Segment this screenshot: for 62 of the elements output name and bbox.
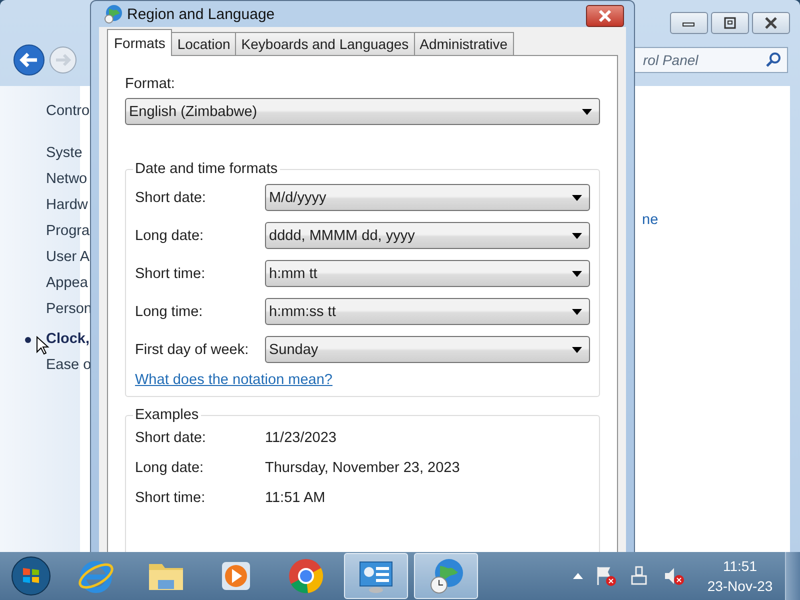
field-label: Short date: [135, 190, 207, 206]
caret-icon [572, 194, 582, 200]
nav-link[interactable]: Syste [46, 145, 82, 161]
tab[interactable]: Formats [107, 29, 172, 56]
group-title: Examples [134, 407, 200, 423]
back-button[interactable] [12, 43, 46, 77]
clock-time: 11:51 [723, 557, 757, 576]
close-icon [764, 16, 778, 30]
caret-icon [572, 232, 582, 238]
nav-link[interactable]: Clock, [46, 331, 90, 347]
chrome-icon [286, 556, 326, 596]
format-dropdown[interactable]: M/d/yyyy [265, 184, 590, 211]
caret-icon [582, 108, 592, 114]
field-label: Format: [125, 76, 176, 92]
format-dropdown[interactable]: h:mm:ss tt [265, 298, 590, 325]
close-button[interactable] [586, 5, 624, 27]
tab[interactable]: Administrative [414, 32, 514, 55]
tab[interactable]: Location [171, 32, 236, 55]
link-text[interactable]: ne [642, 212, 658, 228]
bullet-icon [25, 337, 31, 343]
up-arrow-icon[interactable] [573, 573, 583, 579]
maximize-button[interactable] [711, 12, 749, 34]
start-button[interactable] [10, 555, 52, 597]
nav-link[interactable]: Appea [46, 275, 88, 291]
nav-link[interactable]: Hardw [46, 197, 88, 213]
example-label: Long date: [135, 460, 205, 476]
search-icon [765, 52, 781, 68]
group-title: Date and time formats [134, 161, 279, 177]
tab[interactable]: Keyboards and Languages [235, 32, 415, 55]
close-button[interactable] [752, 12, 790, 34]
help-link[interactable]: What does the notation mean? [135, 372, 332, 388]
format-dropdown[interactable]: Sunday [265, 336, 590, 363]
nav-link[interactable]: Netwo [46, 171, 88, 187]
caret-icon [572, 308, 582, 314]
example-label: Short date: [135, 430, 207, 446]
close-icon [597, 9, 613, 23]
caret-icon [572, 346, 582, 352]
clock[interactable]: 11:51 23-Nov-23 [705, 556, 775, 596]
clock-date: 23-Nov-23 [707, 577, 773, 596]
search-input[interactable]: rol Panel [641, 51, 765, 69]
example-value: 11:51 AM [265, 490, 326, 506]
nav-link[interactable]: Progra [46, 223, 90, 239]
example-label: Short time: [135, 490, 206, 506]
taskbar-app-button[interactable] [414, 553, 478, 599]
maximize-icon [724, 17, 736, 29]
field-label: Short time: [135, 266, 206, 282]
taskbar-app-button[interactable] [344, 553, 408, 599]
example-value: 11/23/2023 [265, 430, 336, 446]
nav-link[interactable]: Contro [46, 103, 90, 119]
example-value: Thursday, November 23, 2023 [265, 460, 460, 476]
field-label: Long time: [135, 304, 204, 320]
field-label: First day of week: [135, 342, 250, 358]
format-dropdown[interactable]: English (Zimbabwe) [125, 98, 600, 125]
minimize-button[interactable] [670, 12, 708, 34]
flag-icon[interactable] [595, 565, 617, 587]
format-dropdown[interactable]: dddd, MMMM dd, yyyy [265, 222, 590, 249]
dialog-title: Region and Language [127, 6, 275, 22]
caret-icon [572, 270, 582, 276]
globe-clock-icon [103, 4, 123, 24]
format-dropdown[interactable]: h:mm tt [265, 260, 590, 287]
nav-link[interactable]: User A [46, 249, 90, 265]
field-label: Long date: [135, 228, 205, 244]
